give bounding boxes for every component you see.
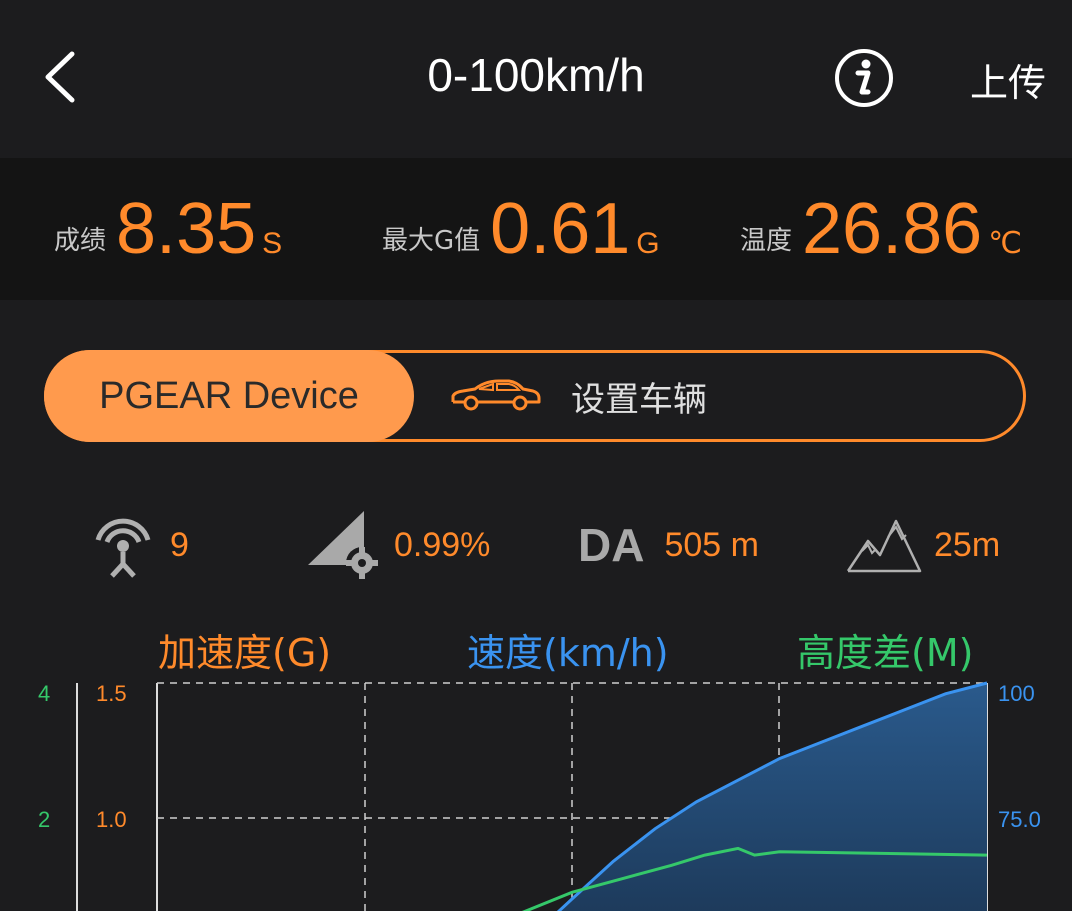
stat-max-g: 最大G值 0.61 G [382,158,660,300]
stats-bar: 成绩 8.35 S 最大G值 0.61 G 温度 26.86 ℃ [0,158,1072,300]
mountain-icon [846,519,922,573]
da-label: DA [578,519,645,571]
set-vehicle-label: 设置车辆 [571,379,707,420]
legend-height: 高度差(M) [797,631,974,675]
info-button[interactable] [834,48,893,107]
stat-temperature-unit: ℃ [988,227,1022,260]
stat-score: 成绩 8.35 S [54,158,282,300]
page-title: 0-100km/h [427,49,645,101]
header-bar: 0-100km/h 上传 [0,0,1072,158]
speed-tick-0: 100 [998,681,1035,706]
satellite-count: 9 [170,525,189,564]
satellite-indicator: 9 [88,505,189,585]
stat-max-g-unit: G [636,227,660,260]
stat-temperature-label: 温度 [740,226,793,256]
altitude-indicator: 25m [846,505,1000,585]
stat-temperature: 温度 26.86 ℃ [740,158,1022,300]
stat-score-label: 成绩 [54,226,107,256]
slope-gear-icon [308,511,378,579]
tab-set-vehicle[interactable]: 设置车辆 [447,353,707,439]
stat-score-unit: S [262,227,283,260]
height-tick-0: 4 [38,681,50,706]
satellite-signal-icon [95,518,151,578]
altitude-value: 25m [934,525,1001,564]
legend-speed: 速度(km/h) [467,631,669,675]
series-layer [513,681,988,911]
stat-max-g-label: 最大G值 [382,226,481,256]
stat-score-value: 8.35 [116,189,257,269]
chart-area: 4 2 1.5 1.0 100 75.0 [38,681,1041,911]
accel-tick-1: 1.0 [96,807,127,832]
density-altitude-indicator: DA 505 m [578,505,759,585]
stat-max-g-value: 0.61 [490,189,631,269]
device-segmented-control: PGEAR Device 设置车辆 [44,350,1026,442]
tab-pgear-device[interactable]: PGEAR Device [44,350,414,442]
speed-tick-1: 75.0 [998,807,1041,832]
info-icon [835,49,893,107]
slope-indicator: 0.99% [304,505,490,585]
stat-temperature-value: 26.86 [802,189,983,269]
height-tick-1: 2 [38,807,50,832]
da-value: 505 m [664,525,759,564]
legend-accel: 加速度(G) [158,631,332,675]
upload-button[interactable]: 上传 [970,52,1046,107]
slope-value: 0.99% [394,525,491,564]
accel-tick-0: 1.5 [96,681,127,706]
car-icon [451,379,541,411]
speed-area [513,683,987,911]
